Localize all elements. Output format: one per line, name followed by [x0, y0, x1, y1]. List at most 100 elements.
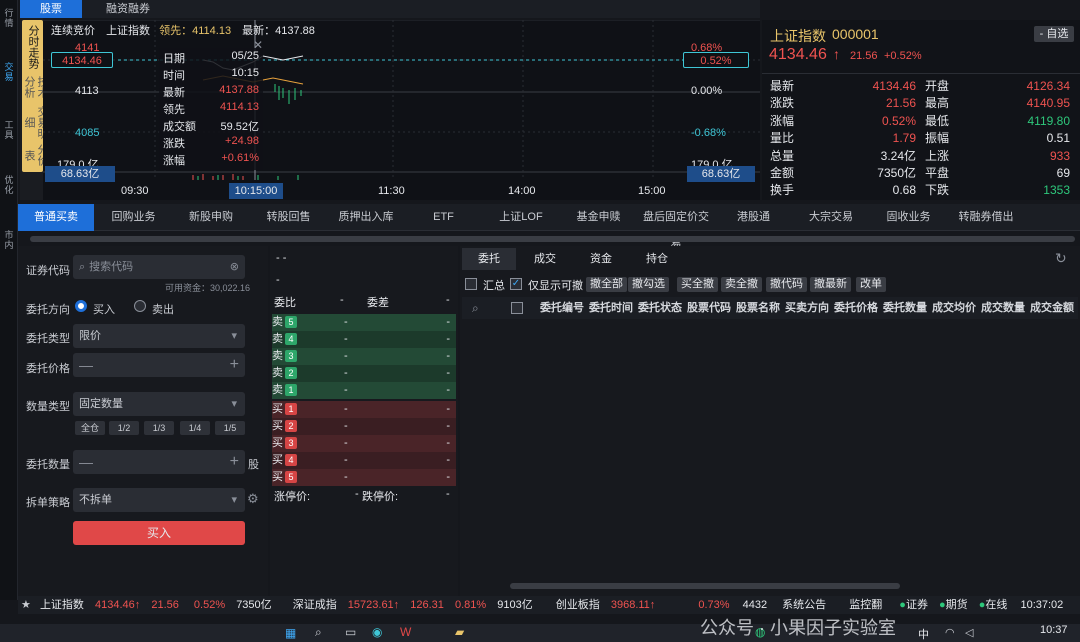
qty-half-button[interactable]: 1/2: [109, 421, 139, 435]
ylabel-current: 4134.46: [51, 52, 113, 68]
tab-stock[interactable]: 股票: [20, 0, 82, 18]
taskbar-browser-icon[interactable]: ◉: [372, 625, 382, 639]
sell-radio[interactable]: [134, 300, 146, 312]
monitor-link[interactable]: 监控翻: [849, 599, 882, 611]
orders-column-header[interactable]: 成交均价: [932, 301, 976, 316]
rail-item-trade[interactable]: 交 易: [0, 62, 18, 82]
tab-function-0[interactable]: 普通买卖: [18, 204, 94, 231]
buy-radio[interactable]: [75, 300, 87, 312]
book-sell-row[interactable]: 卖4 - -: [272, 331, 456, 348]
tab-intraday[interactable]: 分时走势 技术分析 交易明细 分价表: [22, 20, 48, 172]
orders-action-button[interactable]: 撤代码: [766, 277, 807, 292]
orders-column-header[interactable]: 委托价格: [834, 301, 878, 316]
tab-function-10[interactable]: 大宗交易: [793, 204, 869, 231]
split-select[interactable]: 不拆单 ▾: [73, 488, 245, 512]
tab-function-3[interactable]: 转股回售: [251, 204, 327, 231]
tab-function-4[interactable]: 质押出入库: [328, 204, 404, 231]
orders-column-header[interactable]: 委托状态: [638, 301, 682, 316]
orders-column-header[interactable]: 成交金额: [1030, 301, 1074, 316]
tab-function-7[interactable]: 基金申赎: [561, 204, 637, 231]
tab-function-1[interactable]: 回购业务: [96, 204, 172, 231]
tab-function-5[interactable]: ETF: [406, 204, 482, 231]
tab-orders-3[interactable]: 持仓: [630, 248, 684, 270]
book-level-badge: 1: [285, 384, 297, 397]
tab-margin[interactable]: 融资融券: [88, 0, 168, 18]
taskbar-wps-icon[interactable]: W: [400, 625, 411, 639]
rail-item-inner[interactable]: 市 内: [0, 230, 18, 250]
windows-start-icon[interactable]: ▦: [285, 626, 296, 640]
ime-indicator[interactable]: 中: [918, 626, 929, 642]
qty-third-button[interactable]: 1/3: [144, 421, 174, 435]
volume-icon[interactable]: ◁: [965, 626, 973, 639]
book-buy-row[interactable]: 买1 - -: [272, 401, 456, 418]
clear-icon[interactable]: ⊗: [230, 255, 239, 279]
qty-quarter-button[interactable]: 1/4: [180, 421, 210, 435]
orders-action-button[interactable]: 改单: [856, 277, 886, 292]
pin-icon[interactable]: ★: [21, 599, 31, 611]
rail-item-optimize[interactable]: 优 化: [0, 175, 18, 195]
taskbar-folder-icon[interactable]: ▰: [455, 625, 464, 639]
buy-submit-button[interactable]: 买入: [73, 521, 245, 545]
book-sell-row[interactable]: 卖3 - -: [272, 348, 456, 365]
orders-column-header[interactable]: 委托编号: [540, 301, 584, 316]
orders-column-header[interactable]: 成交数量: [981, 301, 1025, 316]
tab-orders-2[interactable]: 资金: [574, 248, 628, 270]
gear-icon[interactable]: ⚙: [247, 491, 259, 507]
quote-code: 000001: [832, 26, 879, 42]
tab-function-11[interactable]: 固收业务: [871, 204, 947, 231]
taskbar-apps-icon[interactable]: ▭: [345, 625, 356, 639]
orders-action-button[interactable]: 撤全部: [586, 277, 627, 292]
book-sell-row[interactable]: 卖1 - -: [272, 382, 456, 399]
orders-action-button[interactable]: 撤最新: [810, 277, 851, 292]
horizontal-scrollbar[interactable]: [30, 236, 1075, 242]
tab-function-9[interactable]: 港股通: [716, 204, 792, 231]
book-buy-row[interactable]: 买2 - -: [272, 418, 456, 435]
orders-column-header[interactable]: 股票名称: [736, 301, 780, 316]
minus-icon[interactable]: —: [79, 454, 93, 470]
qty-fifth-button[interactable]: 1/5: [215, 421, 245, 435]
refresh-icon[interactable]: ↻: [1055, 250, 1067, 267]
plus-icon[interactable]: +: [230, 353, 239, 377]
rail-item-tools[interactable]: 工 具: [0, 120, 18, 140]
taskbar-clock[interactable]: 10:37: [1040, 624, 1068, 636]
orders-column-header[interactable]: 股票代码: [687, 301, 731, 316]
select-all-checkbox[interactable]: [511, 302, 523, 314]
qty-stepper[interactable]: — +: [73, 450, 245, 474]
tab-function-2[interactable]: 新股申购: [173, 204, 249, 231]
status-count: 4432: [742, 599, 768, 611]
search-icon[interactable]: ⌕: [472, 301, 479, 316]
orders-column-header[interactable]: 买卖方向: [785, 301, 829, 316]
plus-icon[interactable]: +: [230, 450, 239, 474]
book-sell-row[interactable]: 卖5 - -: [272, 314, 456, 331]
minus-icon[interactable]: —: [79, 357, 93, 373]
tab-function-8[interactable]: 盘后固定价交易: [638, 204, 714, 250]
tab-orders-0[interactable]: 委托: [462, 248, 516, 270]
notice-link[interactable]: 系统公告: [782, 599, 826, 611]
summary-checkbox[interactable]: [465, 278, 477, 290]
tab-function-12[interactable]: 转融券借出: [948, 204, 1024, 231]
orders-hscrollbar[interactable]: [510, 583, 900, 589]
rail-item-quote[interactable]: 行 情: [0, 8, 18, 28]
only-cancel-checkbox[interactable]: ✓: [510, 278, 522, 290]
price-stepper[interactable]: — +: [73, 353, 245, 377]
wifi-icon[interactable]: ◠: [945, 626, 955, 639]
orders-action-button[interactable]: 撤勾选: [628, 277, 669, 292]
book-buy-row[interactable]: 买3 - -: [272, 435, 456, 452]
orders-column-header[interactable]: 委托数量: [883, 301, 927, 316]
book-buy-row[interactable]: 买4 - -: [272, 452, 456, 469]
qty-full-button[interactable]: 全仓: [75, 421, 105, 435]
book-buy-row[interactable]: 买5 - -: [272, 469, 456, 486]
orders-action-button[interactable]: 买全撤: [677, 277, 718, 292]
qty-type-select[interactable]: 固定数量 ▾: [73, 392, 245, 416]
order-type-select[interactable]: 限价 ▾: [73, 324, 245, 348]
book-volume: -: [446, 333, 450, 345]
orders-action-button[interactable]: 卖全撤: [721, 277, 762, 292]
watch-button[interactable]: - 自选: [1034, 26, 1074, 42]
tab-function-6[interactable]: 上证LOF: [483, 204, 559, 231]
tab-orders-1[interactable]: 成交: [518, 248, 572, 270]
book-sell-row[interactable]: 卖2 - -: [272, 365, 456, 382]
code-search-input[interactable]: ⌕ 搜索代码 ⊗: [73, 255, 245, 279]
intraday-chart[interactable]: 4141 4134.46 4113 4085 179.0 亿 68.63亿 0.…: [43, 20, 760, 200]
taskbar-search-icon[interactable]: ⌕: [315, 625, 322, 640]
orders-column-header[interactable]: 委托时间: [589, 301, 633, 316]
